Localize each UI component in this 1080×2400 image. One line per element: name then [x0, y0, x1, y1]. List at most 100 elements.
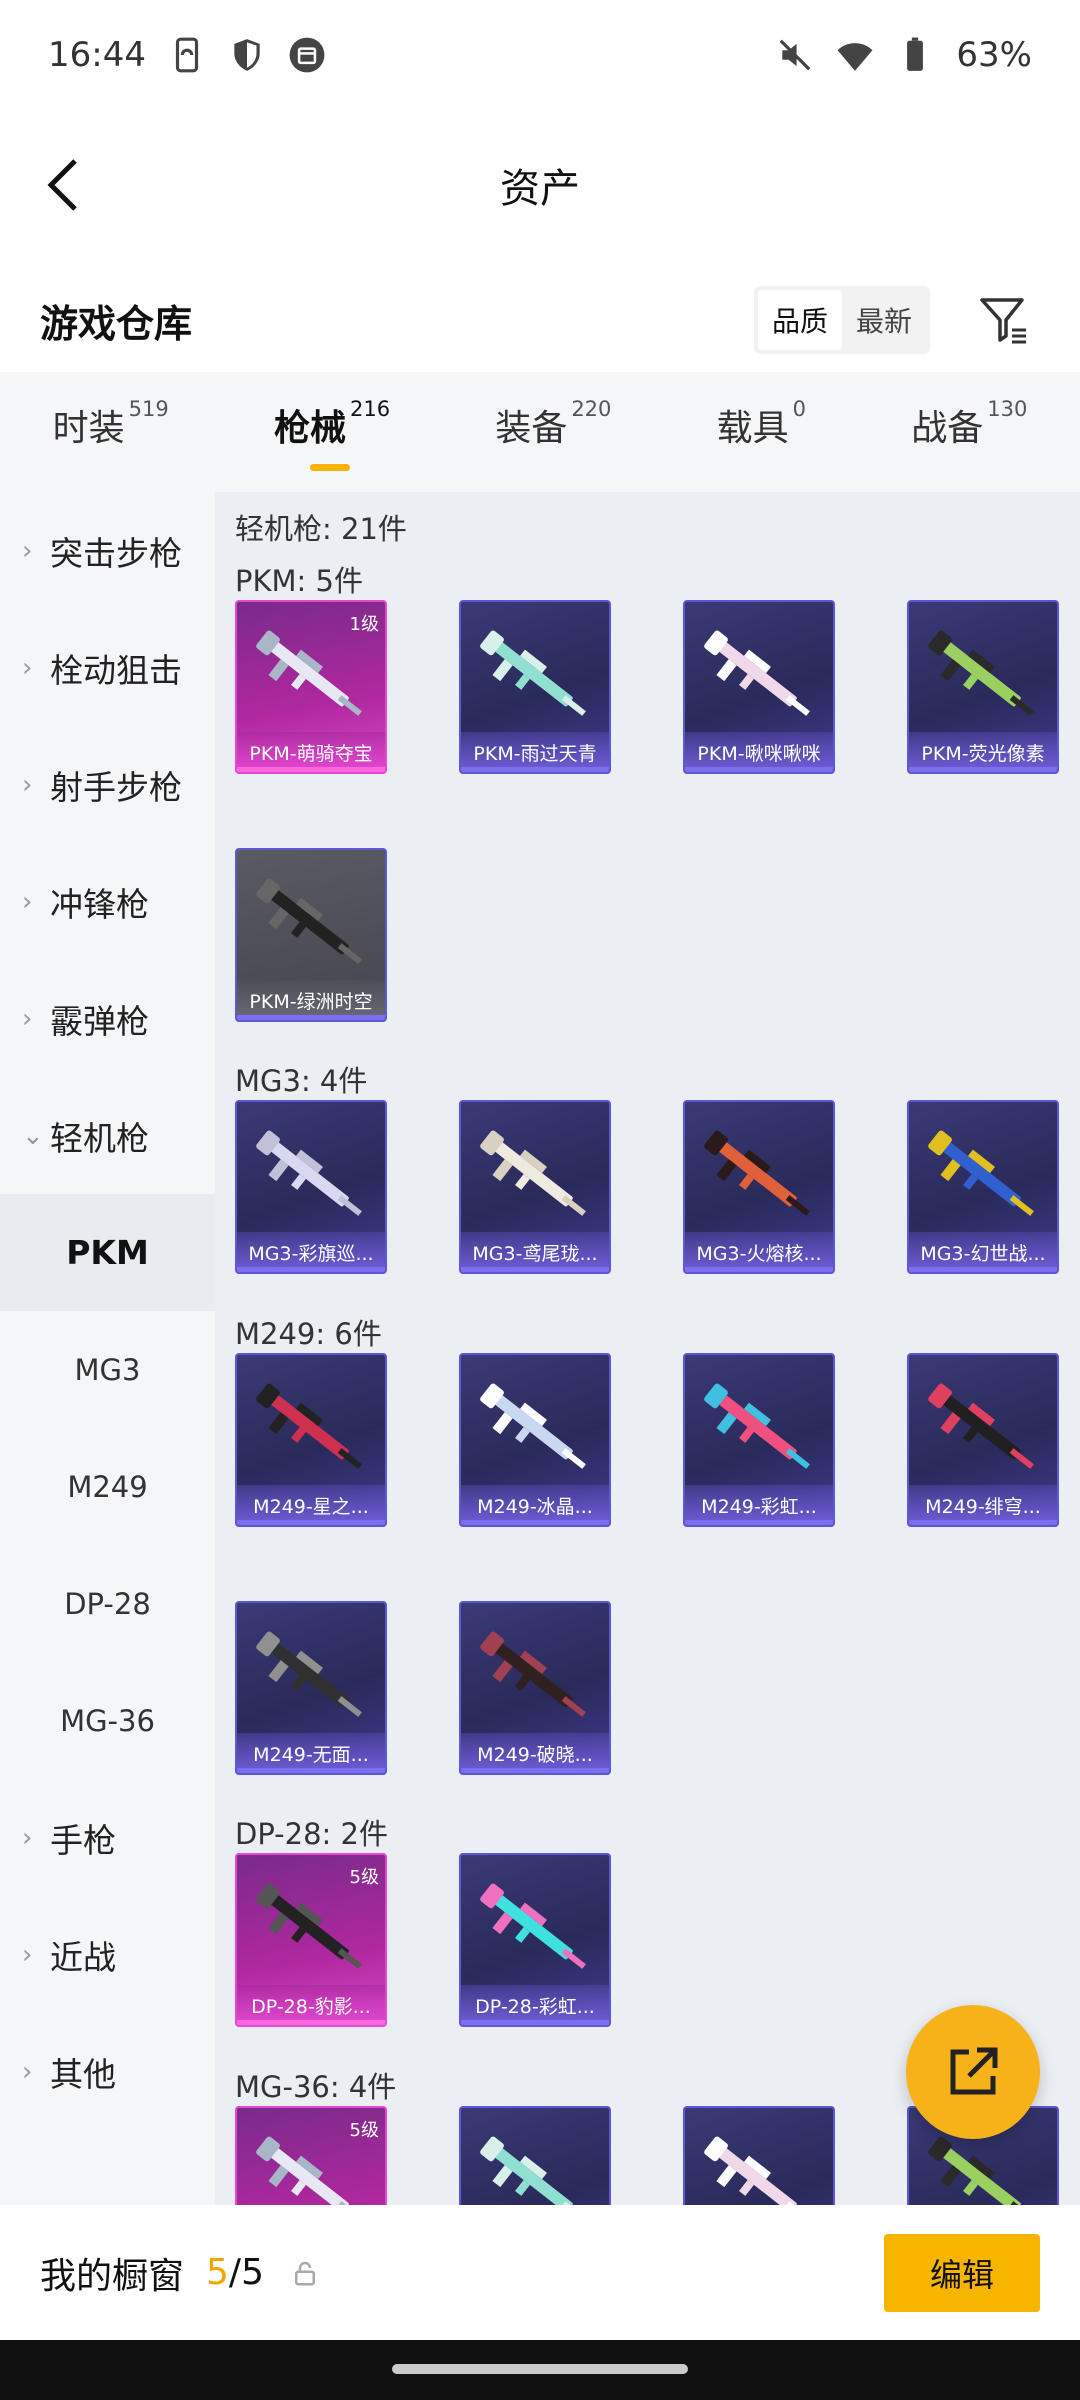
rarity-bar	[909, 767, 1057, 772]
weapon-card[interactable]: MG3-彩旗巡...	[235, 1100, 387, 1274]
weapon-card[interactable]: MG3-幻世战...	[907, 1100, 1059, 1274]
sidebar-item-bolt-sniper[interactable]: › 栓动狙击	[0, 609, 215, 726]
sort-quality-button[interactable]: 品质	[757, 290, 842, 350]
weapon-card[interactable]: M249-无面...	[235, 1601, 387, 1775]
home-gesture-handle[interactable]	[392, 2364, 688, 2374]
sidebar-item-pistol[interactable]: › 手枪	[0, 1779, 215, 1896]
weapon-level-badge: 1级	[349, 614, 379, 635]
gun-image	[256, 1383, 362, 1469]
weapon-name: PKM-啾咪啾咪	[685, 732, 833, 772]
group-title: M249: 6件	[235, 1317, 382, 1351]
weapon-card[interactable]: 1级 PKM-萌骑夺宝	[235, 600, 387, 774]
weapon-card[interactable]	[683, 2106, 835, 2205]
sidebar-item-marksman-rifle[interactable]: › 射手步枪	[0, 726, 215, 843]
tab-vehicles[interactable]: 载具 0	[716, 397, 806, 465]
weapon-card[interactable]: M249-星之...	[235, 1353, 387, 1527]
rarity-bar	[237, 1267, 385, 1272]
sidebar-item-label: 突击步枪	[50, 533, 182, 573]
weapon-card[interactable]: PKM-啾咪啾咪	[683, 600, 835, 774]
calendar-icon	[288, 36, 326, 74]
sidebar-item-assault-rifle[interactable]: › 突击步枪	[0, 492, 215, 609]
weapon-name: PKM-荧光像素	[909, 732, 1057, 772]
tab-label: 载具	[716, 408, 789, 449]
chevron-right-icon: ›	[22, 2056, 33, 2087]
chevron-right-icon: ›	[22, 769, 33, 800]
weapon-card[interactable]: PKM-荧光像素	[907, 600, 1059, 774]
sidebar-sub-pkm[interactable]: PKM	[0, 1194, 215, 1311]
weapon-card[interactable]: PKM-绿洲时空	[235, 848, 387, 1022]
sidebar-sub-mg3[interactable]: MG3	[0, 1311, 215, 1428]
weapon-name: MG3-幻世战...	[909, 1232, 1057, 1272]
sidebar-item-lmg[interactable]: ⌄ 轻机枪	[0, 1077, 215, 1194]
sidebar-item-smg[interactable]: › 冲锋枪	[0, 843, 215, 960]
weapon-card[interactable]	[459, 2106, 611, 2205]
gun-image	[704, 1383, 810, 1469]
weapon-card[interactable]: MG3-鸢尾珑...	[459, 1100, 611, 1274]
page-title: 资产	[500, 166, 580, 212]
gun-image	[256, 2136, 362, 2205]
sidebar-sub-dp28[interactable]: DP-28	[0, 1545, 215, 1662]
weapon-card[interactable]: M249-冰晶...	[459, 1353, 611, 1527]
rarity-bar	[461, 1768, 609, 1773]
gun-image	[256, 630, 362, 716]
rarity-bar	[685, 767, 833, 772]
sidebar-item-label: 手枪	[50, 1820, 116, 1860]
rarity-bar	[237, 2020, 385, 2025]
shield-icon	[228, 36, 266, 74]
status-right: 63%	[776, 35, 1032, 75]
tab-supplies[interactable]: 战备 130	[911, 397, 1027, 465]
sidebar-item-label: 霰弹枪	[50, 1001, 149, 1041]
sidebar-item-melee[interactable]: › 近战	[0, 1896, 215, 2013]
tab-equipment[interactable]: 装备 220	[495, 397, 611, 465]
sort-newest-button[interactable]: 最新	[842, 290, 926, 350]
sidebar-item-label: 冲锋枪	[50, 884, 149, 924]
filter-button[interactable]	[974, 290, 1034, 350]
title-bar: 资产	[0, 130, 1080, 240]
showcase-separator: /	[228, 2252, 242, 2293]
gun-image	[928, 630, 1034, 716]
weapon-name: PKM-萌骑夺宝	[237, 732, 385, 772]
weapon-card[interactable]: M249-破晓...	[459, 1601, 611, 1775]
weapon-level-badge: 5级	[349, 2120, 379, 2141]
category-summary: 轻机枪: 21件	[235, 512, 407, 546]
weapon-name: MG3-鸢尾珑...	[461, 1232, 609, 1272]
sidebar-item-shotgun[interactable]: › 霰弹枪	[0, 960, 215, 1077]
weapon-card[interactable]: M249-绯穹...	[907, 1353, 1059, 1527]
rarity-bar	[685, 1520, 833, 1525]
system-nav-bar	[0, 2340, 1080, 2400]
sidebar-item-label: 栓动狙击	[50, 650, 182, 690]
weapon-card[interactable]: 5级	[235, 2106, 387, 2205]
tab-fashion[interactable]: 时装 519	[53, 397, 169, 465]
tab-guns[interactable]: 枪械 216	[274, 397, 391, 471]
rarity-bar	[237, 1768, 385, 1773]
sidebar-sub-m249[interactable]: M249	[0, 1428, 215, 1545]
chevron-right-icon: ›	[22, 652, 33, 683]
sidebar-item-other[interactable]: › 其他	[0, 2013, 215, 2130]
filter-icon	[980, 298, 1026, 344]
share-icon	[950, 2047, 998, 2095]
back-button[interactable]	[30, 152, 96, 218]
weapon-card[interactable]: M249-彩虹...	[683, 1353, 835, 1527]
tab-count: 216	[349, 397, 391, 421]
rarity-bar	[461, 1267, 609, 1272]
gun-image	[256, 878, 362, 964]
weapon-name: M249-彩虹...	[685, 1485, 833, 1525]
sidebar-item-label: 轻机枪	[50, 1118, 149, 1158]
weapon-card[interactable]: DP-28-彩虹...	[459, 1853, 611, 2027]
rarity-bar	[461, 2020, 609, 2025]
status-left: 16:44	[48, 35, 326, 75]
weapon-card[interactable]: PKM-雨过天青	[459, 600, 611, 774]
gun-image	[480, 1883, 586, 1969]
weapon-name: M249-星之...	[237, 1485, 385, 1525]
weapon-card[interactable]: 5级 DP-28-豹影...	[235, 1853, 387, 2027]
active-tab-indicator	[309, 464, 350, 471]
rarity-bar	[237, 767, 385, 772]
weapon-name: DP-28-彩虹...	[461, 1985, 609, 2025]
sidebar-sub-mg36[interactable]: MG-36	[0, 1662, 215, 1779]
status-bar: 16:44 63%	[0, 0, 1080, 110]
edit-button[interactable]: 编辑	[884, 2233, 1040, 2312]
group-title: DP-28: 2件	[235, 1817, 388, 1851]
weapon-card[interactable]: MG3-火熔核...	[683, 1100, 835, 1274]
rarity-bar	[909, 1520, 1057, 1525]
share-fab-button[interactable]	[906, 2005, 1040, 2139]
